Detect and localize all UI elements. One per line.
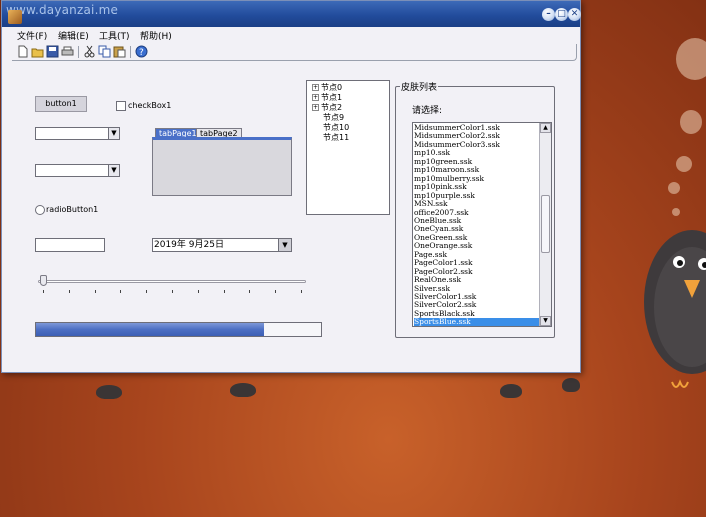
trackbar-tick: [146, 290, 148, 293]
menu-help[interactable]: 帮助(H): [140, 29, 172, 42]
checkbox1-label[interactable]: checkBox1: [128, 101, 171, 110]
trackbar-tick: [301, 290, 302, 293]
checkbox1-box[interactable]: [116, 101, 126, 111]
trackbar-tick: [68, 290, 70, 293]
combobox1[interactable]: ▼: [35, 127, 120, 140]
open-folder-icon[interactable]: [31, 45, 44, 58]
radio1-label[interactable]: radioButton1: [46, 205, 98, 214]
skin-listbox[interactable]: MidsummerColor1.ssk MidsummerColor2.ssk Mi…: [412, 122, 552, 327]
close-button[interactable]: ✕: [568, 8, 581, 21]
vertical-scrollbar[interactable]: ▲ ▼: [539, 123, 551, 326]
chevron-down-icon[interactable]: ▼: [108, 165, 119, 176]
print-icon[interactable]: [61, 45, 74, 58]
trackbar-tick: [43, 290, 44, 293]
menu-tools[interactable]: 工具(T): [99, 29, 130, 42]
expand-icon[interactable]: +: [312, 104, 319, 111]
menu-bar: 文件(F) 编辑(E) 工具(T) 帮助(H): [2, 28, 580, 42]
chevron-down-icon[interactable]: ▼: [108, 128, 119, 139]
trackbar-tick: [197, 290, 199, 293]
tab-panel: [152, 137, 292, 196]
tree-node[interactable]: 节点11: [323, 132, 349, 143]
cut-icon[interactable]: [83, 45, 96, 58]
desktop-decoration: [676, 38, 706, 80]
trackbar-tick: [172, 290, 173, 293]
scrollbar-thumb[interactable]: [541, 195, 550, 253]
text-input[interactable]: [35, 238, 105, 252]
desktop-decoration: [500, 384, 522, 398]
date-picker[interactable]: 2019年 9月25日 ▼: [152, 238, 292, 252]
trackbar-tick: [223, 290, 225, 293]
copy-icon[interactable]: [98, 45, 111, 58]
bird-illustration: [644, 230, 706, 388]
trackbar-tick: [249, 290, 251, 293]
new-file-icon[interactable]: [16, 45, 29, 58]
date-value: 2019年 9月25日: [154, 240, 224, 250]
skin-list-item[interactable]: SportsBlue.ssk: [414, 318, 539, 326]
progress-fill: [36, 323, 264, 336]
desktop-decoration: [668, 182, 680, 194]
maximize-button[interactable]: □: [555, 8, 568, 21]
scroll-down-icon[interactable]: ▼: [540, 316, 551, 326]
toolbar: ?: [12, 44, 577, 61]
trackbar-thumb[interactable]: [40, 275, 47, 286]
skin-prompt: 请选择:: [412, 106, 443, 116]
expand-icon[interactable]: +: [312, 84, 319, 91]
title-bar[interactable]: www.dayanzai.me – □ ✕: [2, 1, 581, 27]
desktop-decoration: [562, 378, 580, 392]
trackbar-tick: [120, 290, 122, 293]
progress-bar: [35, 322, 322, 337]
trackbar-tick: [94, 290, 96, 293]
toolbar-separator: [78, 46, 79, 58]
expand-icon[interactable]: +: [312, 94, 319, 101]
combobox2[interactable]: ▼: [35, 164, 120, 177]
radio1-circle[interactable]: [35, 205, 45, 215]
desktop-decoration: [96, 385, 122, 399]
button1[interactable]: button1: [35, 96, 87, 112]
desktop-decoration: [230, 383, 256, 397]
tree-view[interactable]: + 节点0 + 节点1 + 节点2 节点9 节点10 节点11: [306, 80, 390, 215]
menu-file[interactable]: 文件(F): [17, 29, 47, 42]
menu-edit[interactable]: 编辑(E): [58, 29, 89, 42]
toolbar-separator: [130, 46, 131, 58]
save-icon[interactable]: [46, 45, 59, 58]
minimize-button[interactable]: –: [542, 8, 555, 21]
trackbar-track[interactable]: [38, 280, 306, 283]
calendar-dropdown-icon[interactable]: ▼: [278, 239, 291, 251]
trackbar-tick: [275, 290, 277, 293]
desktop-decoration: [676, 156, 692, 172]
watermark-text: www.dayanzai.me: [6, 3, 119, 17]
desktop-decoration: [680, 110, 702, 134]
app-icon: [8, 10, 22, 24]
scroll-up-icon[interactable]: ▲: [540, 123, 551, 133]
paste-icon[interactable]: [113, 45, 126, 58]
help-icon[interactable]: ?: [135, 45, 148, 58]
skin-group-title: 皮肤列表: [400, 80, 439, 93]
app-window: www.dayanzai.me – □ ✕ 文件(F) 编辑(E) 工具(T) …: [1, 0, 581, 373]
svg-text:?: ?: [139, 48, 144, 58]
